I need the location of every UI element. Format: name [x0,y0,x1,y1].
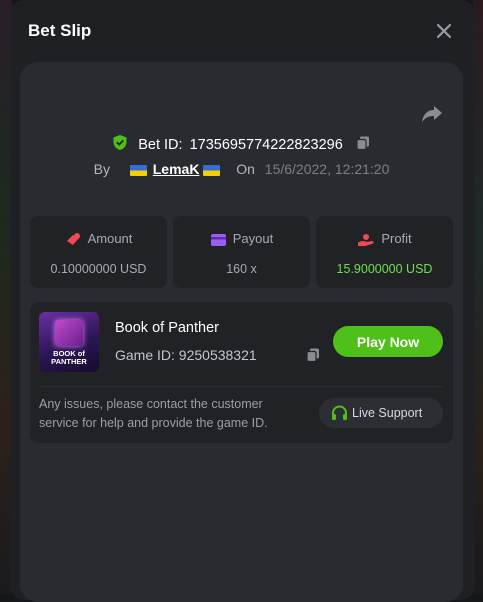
stat-payout-value: 160 x [226,262,257,276]
game-thumbnail[interactable]: BOOK of PANTHER [39,312,99,372]
amount-icon [66,233,80,246]
game-name: Book of Panther [115,320,219,336]
bet-id-value: 1735695774222823296 [189,136,343,153]
payout-icon [210,233,226,246]
stat-amount-value: 0.10000000 USD [50,262,147,276]
flag-icon [203,164,221,176]
username-link[interactable]: LemaK [153,161,200,177]
bet-details-panel: Bet ID: 1735695774222823296 By LemaK On … [20,62,463,602]
book-icon [55,320,83,346]
headset-icon [332,405,347,420]
copy-icon[interactable] [355,135,371,155]
support-notice: Any issues, please contact the customer … [39,397,268,430]
stat-profit-value: 15.9000000 USD [336,262,433,276]
bet-id-label: Bet ID: [138,136,183,153]
bet-slip-modal: Bet Slip Bet ID: 1735695774222823296 By … [10,0,475,602]
shield-check-icon [112,134,128,155]
thumbnail-title: BOOK of PANTHER [51,349,87,366]
profit-icon [358,233,374,246]
stat-amount-label: Amount [87,231,133,246]
share-icon[interactable] [421,104,443,124]
game-id: Game ID: 9250538321 [115,347,257,363]
stat-profit-label: Profit [381,231,412,246]
play-now-button[interactable]: Play Now [333,326,443,357]
live-support-button[interactable]: Live Support [319,398,443,428]
bet-timestamp: 15/6/2022, 12:21:20 [264,161,390,177]
close-icon[interactable] [435,22,453,40]
divider [39,386,444,387]
on-label: On [236,161,255,177]
stat-profit: Profit 15.9000000 USD [316,216,453,288]
stat-payout-label: Payout [232,231,274,246]
live-support-label: Live Support [352,406,423,420]
stat-amount: Amount 0.10000000 USD [30,216,167,288]
modal-title: Bet Slip [28,21,92,40]
by-label: By [93,161,110,177]
flag-icon [129,164,147,176]
bet-meta-row: By LemaK On 15/6/2022, 12:21:20 [20,161,463,177]
bet-id-row: Bet ID: 1735695774222823296 [20,134,463,155]
copy-icon[interactable] [305,347,321,368]
bet-stats: Amount 0.10000000 USD Payout 160 x Profi… [30,216,453,288]
stat-payout: Payout 160 x [173,216,310,288]
game-card: BOOK of PANTHER Book of Panther Game ID:… [30,302,453,443]
